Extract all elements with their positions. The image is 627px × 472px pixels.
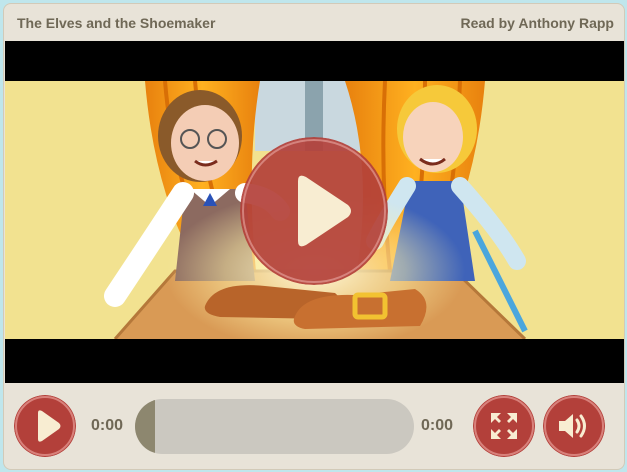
duration: 0:00 [421, 417, 454, 434]
narrator-credit: Read by Anthony Rapp [460, 15, 615, 31]
title-bar: The Elves and the Shoemaker Read by Anth… [4, 4, 624, 41]
play-button[interactable] [14, 395, 76, 457]
video-area[interactable] [5, 41, 624, 383]
current-time: 0:00 [91, 417, 124, 434]
volume-button[interactable] [543, 395, 605, 457]
story-title: The Elves and the Shoemaker [17, 15, 216, 31]
controls-bar: 0:00 0:00 [4, 383, 624, 469]
audio-story-player: The Elves and the Shoemaker Read by Anth… [3, 3, 625, 470]
fullscreen-button[interactable] [473, 395, 535, 457]
big-play-button[interactable] [240, 137, 388, 285]
progress-fill [135, 399, 155, 454]
progress-track[interactable] [135, 399, 414, 454]
